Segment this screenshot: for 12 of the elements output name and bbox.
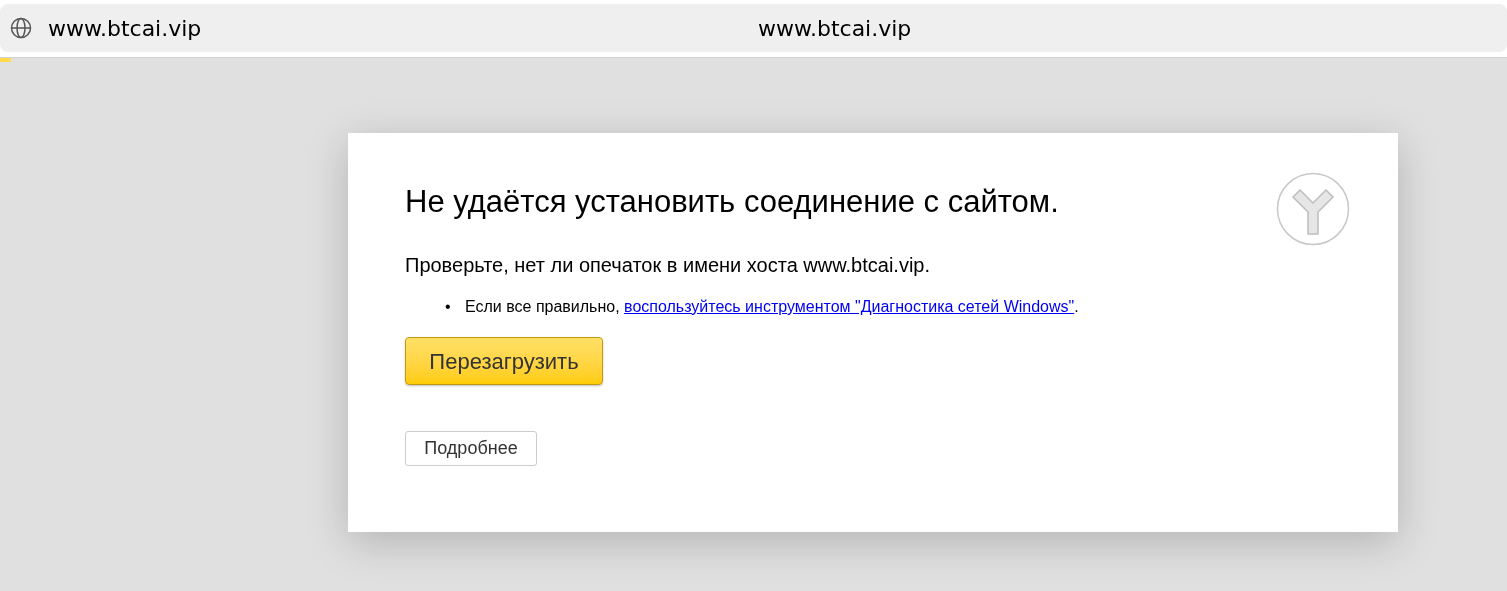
address-bar[interactable]: www.btcai.vip www.btcai.vip — [0, 4, 1507, 52]
bullet: • — [445, 297, 452, 317]
error-message: Проверьте, нет ли опечаток в имени хоста www.btcai.vip. — [405, 253, 932, 277]
details-button[interactable]: Подробнее — [405, 431, 537, 466]
suggestion-text: Если все правильно, воспользуйтесь инструментом "Диагностика сетей Windows". — [465, 297, 1079, 317]
globe-icon — [10, 17, 32, 39]
reload-button[interactable]: Перезагрузить — [405, 337, 603, 385]
page-title: www.btcai.vip — [758, 14, 912, 43]
browser-logo-icon — [1276, 172, 1350, 246]
url-text: www.btcai.vip — [48, 14, 202, 43]
error-title: Не удаётся установить соединение с сайтом. — [405, 183, 1059, 221]
diagnostics-link[interactable]: воспользуйтесь инструментом "Диагностика сетей Windows" — [624, 298, 1075, 315]
